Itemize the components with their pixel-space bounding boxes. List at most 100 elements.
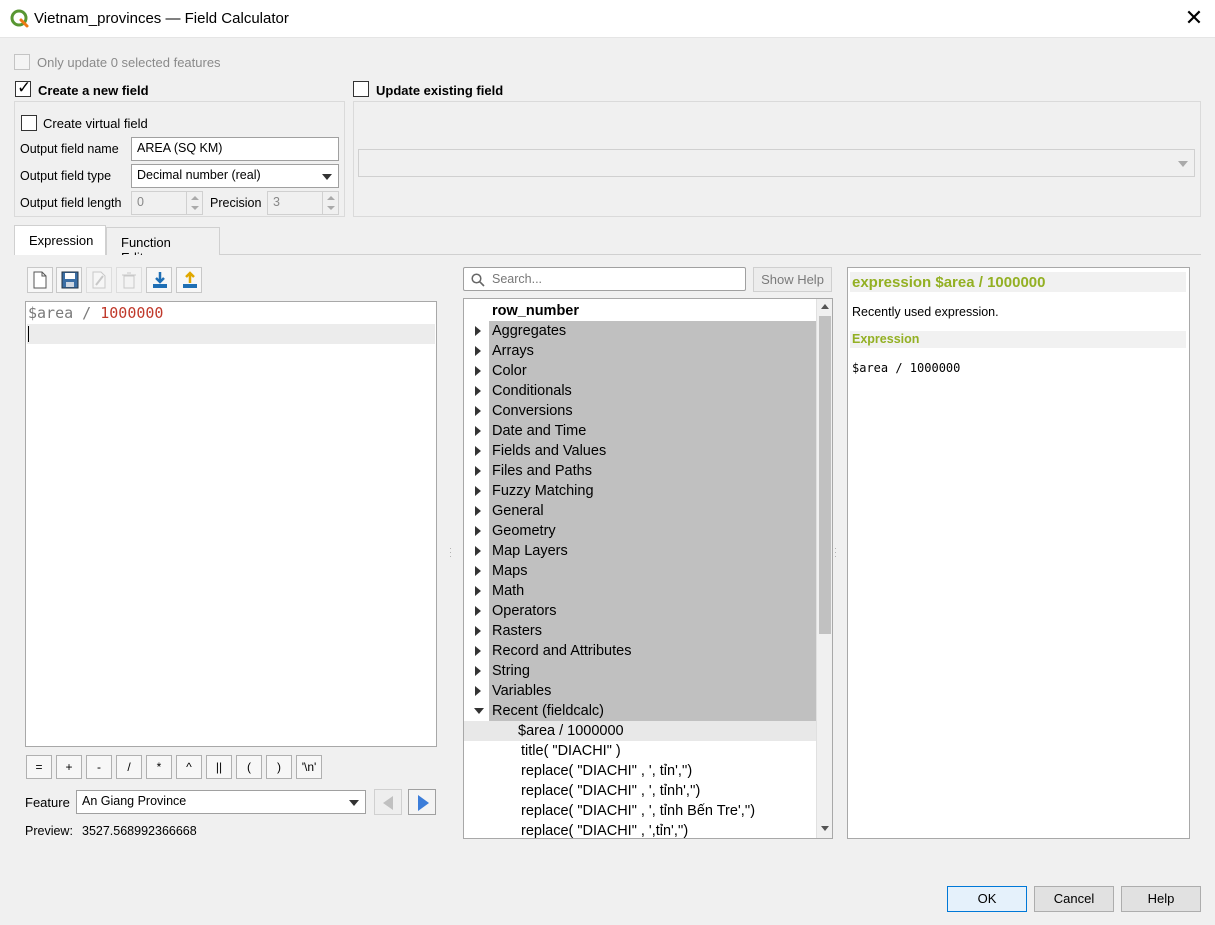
tree-item-recent[interactable]: replace( "DIACHI" , ', tỉnh Bến Tre','') (464, 801, 816, 821)
tree-group[interactable]: Conversions (464, 401, 816, 421)
op-power-button[interactable]: ^ (176, 755, 202, 779)
expand-arrow-icon[interactable] (475, 626, 481, 636)
expand-arrow-icon[interactable] (475, 546, 481, 556)
import-icon[interactable] (146, 267, 172, 293)
tree-item-row-number[interactable]: row_number (464, 301, 816, 321)
tree-group[interactable]: Aggregates (464, 321, 816, 341)
tree-group[interactable]: General (464, 501, 816, 521)
tree-group[interactable]: Rasters (464, 621, 816, 641)
tree-group[interactable]: Conditionals (464, 381, 816, 401)
tree-group[interactable]: Arrays (464, 341, 816, 361)
tree-item-recent[interactable]: replace( "DIACHI" , ', tỉnh','') (464, 781, 816, 801)
cancel-button[interactable]: Cancel (1034, 886, 1114, 912)
tree-group[interactable]: Files and Paths (464, 461, 816, 481)
expand-arrow-icon[interactable] (475, 586, 481, 596)
expand-arrow-icon[interactable] (475, 486, 481, 496)
tree-item-recent[interactable]: replace( "DIACHI" , ', tỉn','') (464, 761, 816, 781)
tree-item-recent[interactable]: $area / 1000000 (464, 721, 816, 741)
op-divide-button[interactable]: / (116, 755, 142, 779)
tab-function-editor[interactable]: Function Editor (106, 227, 220, 265)
scroll-up-icon[interactable] (821, 304, 829, 309)
tree-scrollbar[interactable] (816, 299, 832, 838)
tree-group[interactable]: Geometry (464, 521, 816, 541)
existing-field-select[interactable] (358, 149, 1195, 177)
tree-group[interactable]: Operators (464, 601, 816, 621)
expand-arrow-icon[interactable] (475, 666, 481, 676)
expand-arrow-icon[interactable] (475, 386, 481, 396)
tree-group[interactable]: Fuzzy Matching (464, 481, 816, 501)
help-button[interactable]: Help (1121, 886, 1201, 912)
op-open-paren-button[interactable]: ( (236, 755, 262, 779)
splitter-handle[interactable]: · · · (449, 544, 452, 561)
op-newline-button[interactable]: '\n' (296, 755, 322, 779)
search-icon (471, 273, 485, 287)
op-close-paren-button[interactable]: ) (266, 755, 292, 779)
expand-arrow-icon[interactable] (475, 326, 481, 336)
edit-icon[interactable] (86, 267, 112, 293)
tree-item-recent[interactable]: replace( "DIACHI" , ',tỉn','') (464, 821, 816, 838)
tree-item-label: replace( "DIACHI" , ', tỉnh','') (521, 783, 701, 799)
save-icon[interactable] (56, 267, 82, 293)
expand-arrow-icon[interactable] (475, 646, 481, 656)
tree-group[interactable]: String (464, 661, 816, 681)
expand-arrow-icon[interactable] (475, 526, 481, 536)
op-minus-button[interactable]: - (86, 755, 112, 779)
delete-icon[interactable] (116, 267, 142, 293)
expand-arrow-icon[interactable] (475, 426, 481, 436)
feature-select[interactable]: An Giang Province (76, 790, 366, 814)
expand-arrow-icon[interactable] (475, 446, 481, 456)
only-update-checkbox[interactable] (14, 54, 30, 70)
op-equals-button[interactable]: = (26, 755, 52, 779)
ok-button[interactable]: OK (947, 886, 1027, 912)
new-file-icon[interactable] (27, 267, 53, 293)
expression-editor[interactable]: $area / 1000000 (25, 301, 437, 747)
op-concat-button[interactable]: || (206, 755, 232, 779)
output-type-select[interactable]: Decimal number (real) (131, 164, 339, 188)
tree-item-recent[interactable]: title( "DIACHI" ) (464, 741, 816, 761)
tree-group-recent[interactable]: Recent (fieldcalc) (464, 701, 816, 721)
expand-arrow-icon[interactable] (475, 366, 481, 376)
prev-feature-button[interactable] (374, 789, 402, 815)
tree-group[interactable]: Date and Time (464, 421, 816, 441)
number-token: 1000000 (100, 304, 164, 322)
output-name-input[interactable]: AREA (SQ KM) (131, 137, 339, 161)
create-virtual-checkbox[interactable] (21, 115, 37, 131)
expand-arrow-icon[interactable] (475, 566, 481, 576)
output-length-spinbox[interactable]: 0 (131, 191, 203, 215)
tree-group[interactable]: Math (464, 581, 816, 601)
tree-group-label: Files and Paths (492, 463, 592, 479)
tree-group[interactable]: Maps (464, 561, 816, 581)
expand-arrow-icon[interactable] (475, 406, 481, 416)
expand-arrow-icon[interactable] (475, 686, 481, 696)
expand-arrow-icon[interactable] (475, 506, 481, 516)
tree-group[interactable]: Variables (464, 681, 816, 701)
create-new-field-checkbox[interactable] (15, 78, 31, 98)
tree-group[interactable]: Color (464, 361, 816, 381)
op-multiply-button[interactable]: * (146, 755, 172, 779)
export-icon[interactable] (176, 267, 202, 293)
field-token: $area (28, 304, 74, 322)
tree-group[interactable]: Map Layers (464, 541, 816, 561)
scroll-down-icon[interactable] (821, 826, 829, 831)
update-existing-label: Update existing field (376, 83, 504, 98)
update-existing-checkbox[interactable] (353, 81, 369, 97)
splitter-handle[interactable]: · · · (834, 544, 837, 561)
expand-arrow-icon[interactable] (475, 606, 481, 616)
tree-group[interactable]: Record and Attributes (464, 641, 816, 661)
preview-label: Preview: (25, 824, 73, 838)
scroll-thumb[interactable] (819, 316, 831, 634)
precision-spinbox[interactable]: 3 (267, 191, 339, 215)
tab-expression[interactable]: Expression (14, 225, 106, 256)
next-feature-button[interactable] (408, 789, 436, 815)
collapse-arrow-icon[interactable] (474, 708, 484, 714)
tree-group-label: Geometry (492, 523, 556, 539)
search-input[interactable]: Search... (463, 267, 746, 291)
function-tree[interactable]: row_number Aggregates Arrays Color Condition… (463, 298, 833, 839)
output-length-value: 0 (137, 195, 144, 209)
close-icon[interactable]: ✕ (1180, 4, 1208, 32)
op-plus-button[interactable]: + (56, 755, 82, 779)
expand-arrow-icon[interactable] (475, 346, 481, 356)
show-help-button[interactable]: Show Help (753, 267, 832, 292)
tree-group[interactable]: Fields and Values (464, 441, 816, 461)
expand-arrow-icon[interactable] (475, 466, 481, 476)
